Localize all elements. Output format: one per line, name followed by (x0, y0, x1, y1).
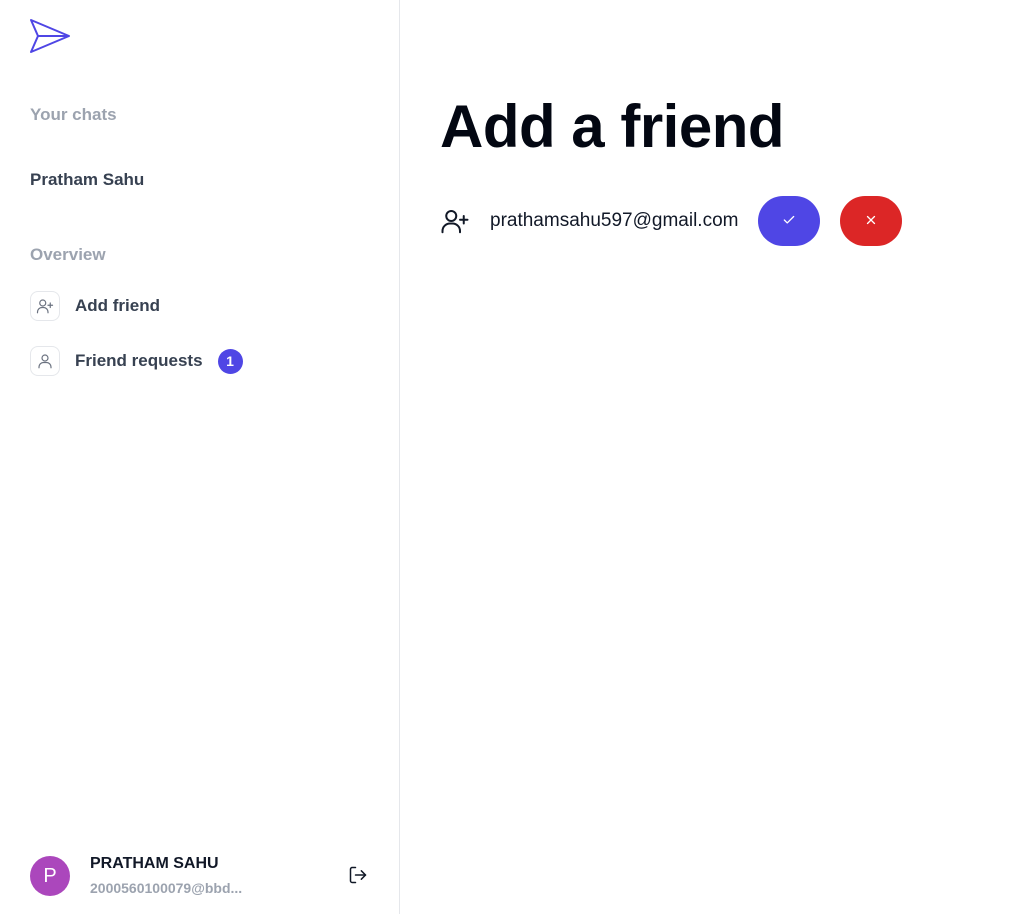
avatar: P (30, 856, 70, 896)
friend-requests-count-badge: 1 (217, 348, 243, 374)
deny-request-button[interactable] (840, 196, 903, 246)
user-plus-icon (30, 291, 60, 321)
nav-add-friend[interactable]: Add friend (30, 290, 160, 322)
friend-request-row: prathamsahu597@gmail.com (440, 196, 903, 246)
paper-plane-icon[interactable] (28, 17, 72, 55)
profile-email: 2000560100079@bbd... (90, 880, 243, 896)
check-icon (782, 213, 796, 230)
user-icon (30, 346, 60, 376)
chat-item[interactable]: Pratham Sahu (30, 170, 144, 190)
user-plus-icon (440, 206, 470, 236)
nav-friend-requests-label: Friend requests (75, 351, 203, 370)
page-title: Add a friend (440, 93, 785, 160)
app: Your chats Pratham Sahu Overview Add fri… (0, 0, 1026, 914)
user-profile: P PRATHAM SAHU 2000560100079@bbd... (30, 855, 375, 897)
main-content: Add a friend prathamsahu597@gmail.com (400, 0, 1026, 914)
profile-name: PRATHAM SAHU (90, 855, 219, 872)
logout-icon[interactable] (346, 863, 370, 887)
close-icon (864, 213, 878, 230)
nav-friend-requests[interactable]: Friend requests 1 (30, 345, 243, 377)
request-email: prathamsahu597@gmail.com (490, 210, 739, 231)
nav-add-friend-label: Add friend (75, 296, 160, 315)
sidebar: Your chats Pratham Sahu Overview Add fri… (0, 0, 400, 914)
accept-request-button[interactable] (758, 196, 821, 246)
your-chats-heading: Your chats (30, 105, 117, 124)
overview-heading: Overview (30, 245, 106, 264)
profile-text: PRATHAM SAHU 2000560100079@bbd... (90, 854, 290, 898)
